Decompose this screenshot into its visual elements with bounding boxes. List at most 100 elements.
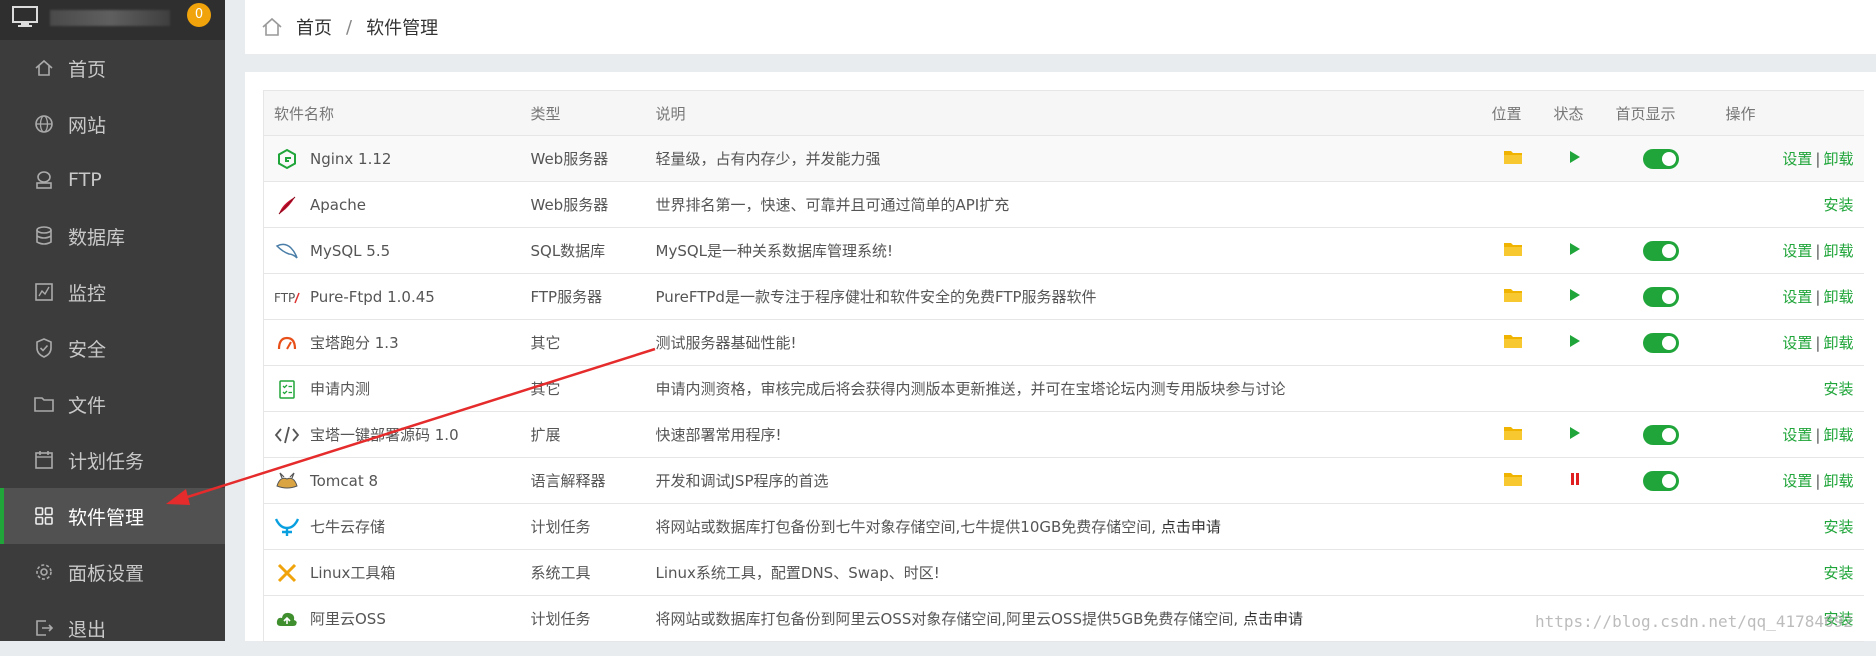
sidebar-item-website[interactable]: 网站	[0, 96, 225, 152]
software-name: Apache	[310, 195, 366, 214]
play-icon[interactable]	[1569, 288, 1581, 302]
table-row: 宝塔跑分 1.3 其它 测试服务器基础性能! 设置 | 卸载	[263, 319, 1864, 366]
apply-link[interactable]: 点击申请	[1243, 610, 1303, 628]
uninstall-link[interactable]: 卸载	[1823, 426, 1853, 444]
software-name: MySQL 5.5	[310, 241, 391, 260]
pause-icon[interactable]	[1569, 472, 1581, 486]
table-row: 七牛云存储 计划任务 将网站或数据库打包备份到七牛对象存储空间,七牛提供10GB…	[263, 503, 1864, 550]
software-desc: 开发和调试JSP程序的首选	[645, 457, 1482, 504]
software-name: 阿里云OSS	[310, 610, 386, 628]
table-row: Nginx 1.12 Web服务器 轻量级，占有内存少，并发能力强 设置 | 卸载	[263, 135, 1864, 182]
username-blurred	[50, 10, 170, 26]
ops-cell: 设置 | 卸载	[1715, 135, 1864, 182]
calendar-icon	[33, 449, 55, 471]
software-desc-cell: 将网站或数据库打包备份到七牛对象存储空间,七牛提供10GB免费存储空间, 点击申…	[645, 503, 1482, 550]
sidebar-item-database[interactable]: 数据库	[0, 208, 225, 264]
uninstall-link[interactable]: 卸载	[1823, 472, 1853, 490]
install-link[interactable]: 安装	[1823, 380, 1853, 398]
settings-link[interactable]: 设置	[1782, 472, 1812, 490]
install-link[interactable]: 安装	[1823, 564, 1853, 582]
homepage-toggle[interactable]	[1642, 240, 1679, 261]
settings-link[interactable]: 设置	[1782, 334, 1812, 352]
column-header-ops: 操作	[1715, 90, 1864, 136]
sidebar-item-label: 网站	[68, 114, 107, 137]
settings-link[interactable]: 设置	[1782, 242, 1812, 260]
uninstall-link[interactable]: 卸载	[1823, 288, 1853, 306]
software-name: Linux工具箱	[310, 564, 396, 582]
speedometer-icon	[274, 330, 300, 356]
gear-icon	[33, 561, 55, 583]
svg-text:FTP: FTP	[274, 291, 295, 305]
ops-divider: |	[1815, 242, 1821, 260]
ops-divider: |	[1815, 288, 1821, 306]
table-row: 宝塔一键部署源码 1.0 扩展 快速部署常用程序! 设置 | 卸载	[263, 411, 1864, 458]
apache-feather-icon	[274, 192, 300, 218]
sidebar-item-software[interactable]: 软件管理	[0, 488, 225, 544]
software-desc-cell: 将网站或数据库打包备份到阿里云OSS对象存储空间,阿里云OSS提供5GB免费存储…	[645, 595, 1482, 642]
table-row: MySQL 5.5 SQL数据库 MySQL是一种关系数据库管理系统! 设置 | 卸…	[263, 227, 1864, 274]
software-type: Web服务器	[520, 181, 646, 228]
software-desc: 申请内测资格，审核完成后将会获得内测版本更新推送，并可在宝塔论坛内测专用版块参与…	[645, 365, 1482, 412]
shield-icon	[33, 337, 55, 359]
software-name: 申请内测	[310, 380, 371, 398]
sidebar-item-files[interactable]: 文件	[0, 376, 225, 432]
folder-icon[interactable]	[1503, 242, 1522, 256]
table-row: 申请内测 其它 申请内测资格，审核完成后将会获得内测版本更新推送，并可在宝塔论坛…	[263, 365, 1864, 412]
globe-icon	[33, 113, 55, 135]
sidebar-item-label: 退出	[68, 618, 107, 641]
play-icon[interactable]	[1569, 150, 1581, 164]
software-panel: 软件名称 类型 说明 位置 状态 首页显示 操作 Nginx 1.12 Web服…	[245, 72, 1876, 642]
play-icon[interactable]	[1569, 242, 1581, 256]
uninstall-link[interactable]: 卸载	[1823, 334, 1853, 352]
software-type: 语言解释器	[520, 457, 646, 504]
uninstall-link[interactable]: 卸载	[1823, 242, 1853, 260]
sidebar-item-ftp[interactable]: FTP	[0, 152, 225, 208]
sidebar-item-monitor[interactable]: 监控	[0, 264, 225, 320]
breadcrumb-home-link[interactable]: 首页	[296, 14, 332, 40]
sidebar-item-panel-settings[interactable]: 面板设置	[0, 544, 225, 600]
sidebar-item-security[interactable]: 安全	[0, 320, 225, 376]
code-brackets-icon	[274, 422, 300, 448]
mysql-dolphin-icon	[274, 238, 300, 264]
install-link[interactable]: 安装	[1823, 196, 1853, 214]
apply-link[interactable]: 点击申请	[1161, 518, 1221, 536]
home-icon	[33, 57, 55, 79]
sidebar-item-home[interactable]: 首页	[0, 40, 225, 96]
sidebar-item-logout[interactable]: 退出	[0, 600, 225, 656]
play-icon[interactable]	[1569, 426, 1581, 440]
ops-cell: 安装	[1715, 365, 1864, 412]
folder-icon[interactable]	[1503, 426, 1522, 440]
settings-link[interactable]: 设置	[1782, 150, 1812, 168]
ops-cell: 设置 | 卸载	[1715, 227, 1864, 274]
sidebar-item-label: 软件管理	[68, 506, 145, 529]
settings-link[interactable]: 设置	[1782, 288, 1812, 306]
uninstall-link[interactable]: 卸载	[1823, 150, 1853, 168]
notification-badge[interactable]: 0	[187, 3, 211, 27]
homepage-toggle[interactable]	[1642, 332, 1679, 353]
column-header-location: 位置	[1481, 90, 1544, 136]
homepage-toggle[interactable]	[1642, 286, 1679, 307]
ops-cell: 安装	[1715, 549, 1864, 596]
ops-cell: 设置 | 卸载	[1715, 319, 1864, 366]
play-icon[interactable]	[1569, 334, 1581, 348]
folder-icon[interactable]	[1503, 288, 1522, 302]
sidebar-item-cron[interactable]: 计划任务	[0, 432, 225, 488]
home-icon[interactable]	[260, 15, 284, 39]
nginx-logo-icon	[274, 146, 300, 172]
software-name: 宝塔一键部署源码 1.0	[310, 426, 459, 444]
software-desc: 将网站或数据库打包备份到七牛对象存储空间,七牛提供10GB免费存储空间,	[655, 518, 1157, 536]
homepage-toggle[interactable]	[1642, 148, 1679, 169]
settings-link[interactable]: 设置	[1782, 426, 1812, 444]
database-icon	[33, 225, 55, 247]
ops-divider: |	[1815, 426, 1821, 444]
column-header-desc: 说明	[645, 90, 1482, 136]
homepage-toggle[interactable]	[1642, 424, 1679, 445]
software-desc: 测试服务器基础性能!	[645, 319, 1482, 366]
install-link[interactable]: 安装	[1823, 518, 1853, 536]
homepage-toggle[interactable]	[1642, 470, 1679, 491]
sidebar: 0 首页 网站 FTP 数据库 监控 安全 文件 计划任务 软件管理 面板设置	[0, 0, 225, 641]
folder-icon[interactable]	[1503, 334, 1522, 348]
folder-icon[interactable]	[1503, 472, 1522, 486]
software-type: SQL数据库	[520, 227, 646, 274]
folder-icon[interactable]	[1503, 150, 1522, 164]
